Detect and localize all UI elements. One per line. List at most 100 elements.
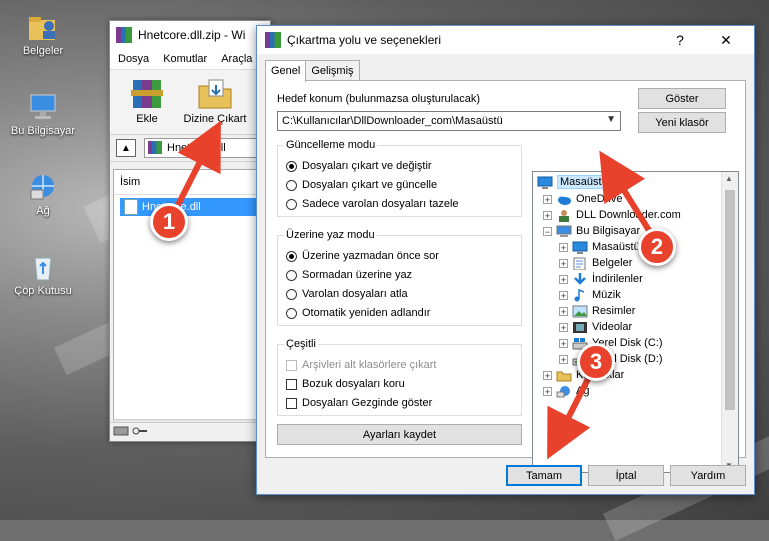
winrar-title-bar[interactable]: Hnetcore.dll.zip - Wi (110, 21, 270, 49)
tree-label: Bu Bilgisayar (576, 225, 641, 237)
save-settings-button[interactable]: Ayarları kaydet (277, 424, 522, 445)
radio-freshen-existing[interactable]: Sadece varolan dosyaları tazele (286, 196, 459, 212)
checkbox[interactable] (286, 378, 297, 390)
column-header-name[interactable]: İsim (114, 170, 266, 195)
close-button[interactable]: ✕ (704, 26, 748, 54)
extract-to-button[interactable]: Dizine Çıkart (180, 76, 250, 125)
radio-extract-replace[interactable]: Dosyaları çıkart ve değiştir (286, 158, 432, 174)
chevron-down-icon[interactable]: ▼ (606, 114, 616, 125)
expand-icon[interactable]: + (559, 306, 568, 316)
ok-button[interactable]: Tamam (506, 465, 582, 486)
checkbox-extract-to-subfolders: Arşivleri alt klasörlere çıkart (286, 357, 436, 373)
file-row[interactable]: Hnetcore.dll (120, 198, 260, 216)
expand-icon[interactable]: + (543, 386, 552, 396)
help-button[interactable]: Yardım (670, 465, 746, 486)
archive-add-icon (127, 76, 167, 110)
radio-extract-update[interactable]: Dosyaları çıkart ve güncelle (286, 177, 437, 193)
expand-icon[interactable]: + (559, 274, 568, 284)
expand-icon[interactable]: + (559, 242, 568, 252)
menu-tools[interactable]: Araçla (213, 53, 258, 65)
desktop-icon-this-pc[interactable]: Bu Bilgisayar (8, 92, 78, 137)
checkbox-label: Dosyaları Gezginde göster (302, 397, 433, 409)
expand-icon[interactable]: + (559, 354, 568, 364)
radio-label: Sadece varolan dosyaları tazele (302, 198, 459, 210)
radio-button[interactable] (286, 179, 297, 191)
scrollbar-thumb[interactable] (725, 190, 735, 410)
tree-item-onedrive[interactable]: + OneDrive (543, 191, 622, 207)
tree-item-this-pc[interactable]: − Bu Bilgisayar (543, 223, 640, 239)
folder-tree[interactable]: Masaüstü + OneDrive + DLL Downloader.com… (532, 171, 739, 473)
show-button[interactable]: Göster (638, 88, 726, 109)
file-list[interactable]: İsim Hnetcore.dll (113, 169, 267, 421)
expand-icon[interactable]: + (543, 370, 552, 380)
menu-commands[interactable]: Komutlar (155, 53, 213, 65)
dialog-title-bar[interactable]: Çıkartma yolu ve seçenekleri ? ✕ (257, 26, 754, 54)
desktop-icon-recycle-bin[interactable]: Çöp Kutusu (8, 252, 78, 297)
radio-button[interactable] (286, 198, 297, 210)
tab-advanced[interactable]: Gelişmiş (305, 60, 360, 81)
desktop-icon (537, 176, 553, 189)
extraction-dialog: Çıkartma yolu ve seçenekleri ? ✕ Genel G… (256, 25, 755, 495)
radio-skip-existing[interactable]: Varolan dosyaları atla (286, 286, 408, 302)
user-folder-icon (27, 12, 59, 42)
expand-icon[interactable]: + (543, 194, 552, 204)
archive-path-field[interactable]: Hnetcore.dll (144, 138, 270, 158)
update-mode-group: Güncelleme modu Dosyaları çıkart ve deği… (277, 139, 522, 217)
expand-icon[interactable]: + (559, 338, 568, 348)
radio-button[interactable] (286, 288, 297, 300)
tree-label: Masaüstü (557, 175, 611, 189)
up-folder-button[interactable]: ▲ (116, 139, 136, 157)
collapse-icon[interactable]: − (543, 226, 552, 236)
music-icon (572, 288, 588, 302)
help-title-button[interactable]: ? (658, 26, 702, 54)
radio-overwrite-without-prompt[interactable]: Sormadan üzerine yaz (286, 267, 412, 283)
expand-icon[interactable]: + (559, 258, 568, 268)
tree-item-documents[interactable]: + Belgeler (559, 255, 632, 271)
tree-item-downloads[interactable]: + İndirilenler (559, 271, 643, 287)
destination-path-combobox[interactable]: C:\Kullanıcılar\DllDownloader_com\Masaüs… (277, 111, 621, 131)
new-folder-button[interactable]: Yeni klasör (638, 112, 726, 133)
tree-item-desktop-root[interactable]: Masaüstü (537, 174, 611, 190)
onedrive-icon (556, 193, 572, 206)
checkbox-show-in-explorer[interactable]: Dosyaları Gezginde göster (286, 395, 432, 411)
tree-item-network[interactable]: + Ağ (543, 383, 589, 399)
radio-button[interactable] (286, 307, 297, 319)
expand-icon[interactable]: + (559, 290, 568, 300)
expand-icon[interactable]: + (543, 210, 552, 220)
radio-ask-before-overwrite[interactable]: Üzerine yazmadan önce sor (286, 248, 439, 264)
tree-item-user[interactable]: + DLL Downloader.com (543, 207, 681, 223)
checkbox-keep-broken-files[interactable]: Bozuk dosyaları koru (286, 376, 405, 392)
cancel-button[interactable]: İptal (588, 465, 664, 486)
step-badge-3: 3 (577, 343, 615, 381)
scroll-up-icon[interactable]: ▲ (725, 174, 733, 183)
radio-auto-rename[interactable]: Otomatik yeniden adlandır (286, 305, 430, 321)
library-icon (556, 369, 572, 382)
desktop-icon-label: Çöp Kutusu (14, 285, 72, 297)
tree-item-music[interactable]: + Müzik (559, 287, 621, 303)
extract-folder-icon (195, 76, 235, 110)
checkbox[interactable] (286, 397, 297, 409)
radio-button[interactable] (286, 269, 297, 281)
winrar-address-bar: ▲ Hnetcore.dll (110, 135, 270, 162)
desktop-icon-documents[interactable]: Belgeler (8, 12, 78, 57)
overwrite-mode-group: Üzerine yaz modu Üzerine yazmadan önce s… (277, 229, 522, 326)
tree-item-desktop[interactable]: + Masaüstü (559, 239, 640, 255)
extract-to-button-label: Dizine Çıkart (183, 113, 247, 125)
desktop-icon (572, 241, 588, 254)
archive-icon (148, 141, 162, 154)
tree-label: Müzik (592, 289, 621, 301)
desktop-icon-network[interactable]: Ağ (8, 172, 78, 217)
radio-button-selected[interactable] (286, 160, 297, 172)
tree-item-drive-c[interactable]: + Yerel Disk (C:) (559, 335, 663, 351)
desktop-icon-label: Ağ (36, 205, 50, 217)
folder-tree-scrollbar[interactable]: ▲ ▼ (721, 172, 738, 472)
tab-general[interactable]: Genel (265, 60, 307, 82)
expand-icon[interactable]: + (559, 322, 568, 332)
tree-item-videos[interactable]: + Videolar (559, 319, 632, 335)
menu-file[interactable]: Dosya (110, 53, 155, 65)
radio-button-selected[interactable] (286, 250, 297, 262)
update-mode-title: Güncelleme modu (284, 139, 378, 151)
tree-item-pictures[interactable]: + Resimler (559, 303, 635, 319)
add-button[interactable]: Ekle (122, 76, 172, 125)
misc-group: Çeşitli Arşivleri alt klasörlere çıkart … (277, 338, 522, 416)
